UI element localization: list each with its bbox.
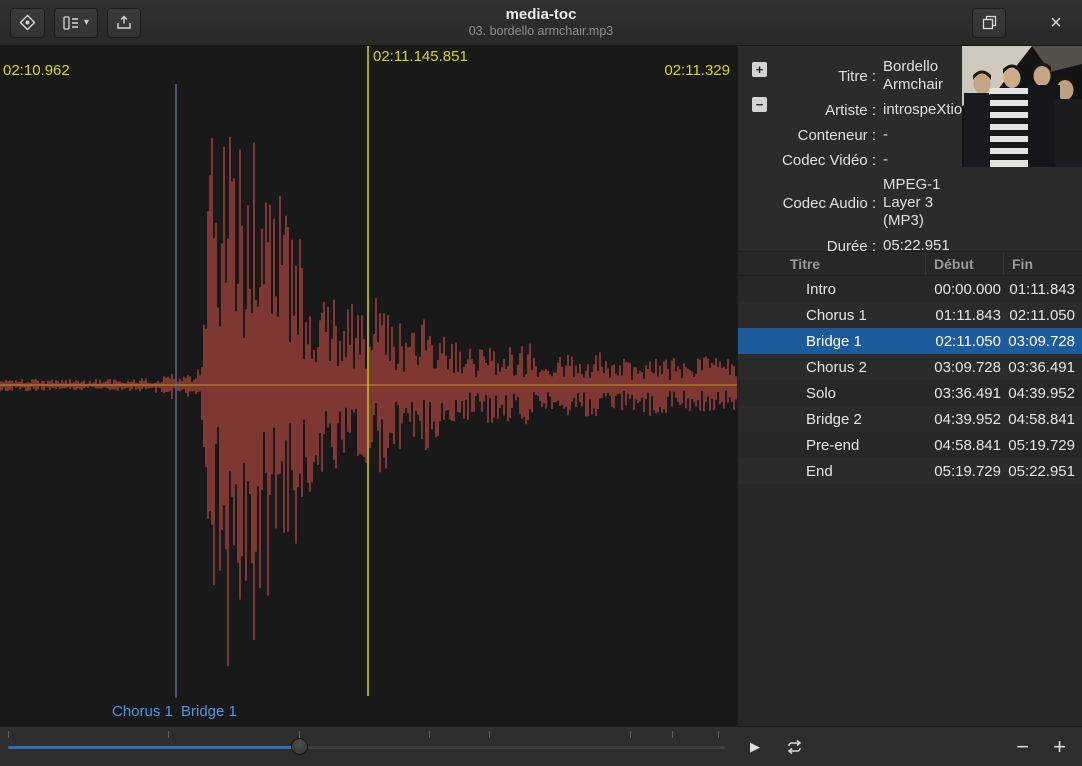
info-label-container: Conteneur : [797, 126, 876, 144]
export-icon [117, 15, 131, 29]
chapter-end-cell: 03:36.491 [1008, 358, 1075, 376]
chapter-label-bridge1: Bridge 1 [181, 703, 237, 720]
info-label-audio-codec: Codec Audio : [782, 194, 876, 212]
info-label-video-codec: Codec Vidéo : [782, 151, 876, 169]
play-button[interactable]: ▶ [750, 739, 760, 755]
chapter-title-cell: Bridge 2 [806, 410, 862, 428]
album-art [962, 46, 1082, 167]
chapter-row[interactable]: Pre-end 04:58.841 05:19.729 [738, 432, 1082, 458]
chapter-row[interactable]: Solo 03:36.491 04:39.952 [738, 380, 1082, 406]
main-area: 02:10.962 02:11.145.851 02:11.329 Chorus… [0, 46, 1082, 726]
chapter-title-cell: Chorus 2 [806, 358, 867, 376]
chapter-row[interactable]: Intro 00:00.000 01:11.843 [738, 276, 1082, 302]
chapter-end-cell: 01:11.843 [1009, 280, 1075, 298]
info-label-duration: Durée : [826, 237, 876, 255]
close-button[interactable]: × [1042, 13, 1070, 33]
window-start-time: 02:10.962 [3, 62, 70, 79]
header-right-buttons: × [972, 7, 1082, 38]
chapter-title-cell: End [806, 462, 833, 480]
chapter-mark [8, 731, 9, 738]
zoom-out-button[interactable]: − [1016, 735, 1029, 758]
chapter-row[interactable]: End 05:19.729 05:22.951 [738, 458, 1082, 484]
chapter-end-cell: 04:39.952 [1008, 384, 1075, 402]
chapter-start-cell: 01:11.843 [935, 306, 1001, 324]
media-info-section: + − Titre : Bordello Armchair Artiste : … [738, 46, 1082, 255]
bottom-bar: ▶ − + [0, 726, 1082, 766]
cursor-time: 02:11.145.851 [373, 48, 468, 65]
pages-button[interactable] [972, 7, 1006, 38]
info-value-duration: 05:22.951 [883, 237, 950, 254]
play-icon: ▶ [750, 738, 760, 754]
chapter-mark [629, 731, 631, 738]
chapter-end-cell: 04:58.841 [1008, 410, 1075, 428]
chapter-label-chorus1: Chorus 1 [112, 703, 173, 720]
export-button[interactable] [107, 7, 142, 38]
seek-slider[interactable] [0, 727, 737, 766]
media-icon [19, 14, 36, 31]
chapter-start-cell: 03:09.728 [934, 358, 1001, 376]
column-header-debut[interactable]: Début [925, 252, 1003, 275]
chapter-row[interactable]: Chorus 1 01:11.843 02:11.050 [738, 302, 1082, 328]
info-label-artist: Artiste : [825, 101, 876, 119]
seek-fill [8, 746, 300, 749]
header-bar: ▾ media-toc 03. bordello armchair.mp3 × [0, 0, 1082, 46]
repeat-icon [787, 739, 802, 754]
chapter-mark [488, 731, 490, 738]
chapter-row[interactable]: Chorus 2 03:09.728 03:36.491 [738, 354, 1082, 380]
info-value-audio-codec: MPEG-1 Layer 3 (MP3) [883, 176, 941, 229]
chapter-mark [167, 731, 169, 738]
chevron-down-icon: ▾ [84, 16, 90, 28]
info-label-title: Titre : [838, 67, 876, 85]
chapter-end-cell: 05:19.729 [1008, 436, 1075, 454]
window-subtitle: 03. bordello armchair.mp3 [468, 24, 614, 38]
repeat-button[interactable] [785, 739, 804, 754]
waveform[interactable] [0, 46, 737, 726]
copy-icon [982, 15, 996, 30]
column-header-fin[interactable]: Fin [1003, 252, 1082, 275]
chapter-row[interactable]: Bridge 2 04:39.952 04:58.841 [738, 406, 1082, 432]
playback-controls: ▶ − + [737, 727, 1082, 766]
close-icon: × [1050, 11, 1062, 34]
chapter-start-cell: 04:39.952 [934, 410, 1001, 428]
chapter-end-cell: 03:09.728 [1008, 332, 1075, 350]
header-left-buttons: ▾ [0, 7, 142, 38]
chapter-end-cell: 05:22.951 [1008, 462, 1075, 480]
chapter-title-cell: Pre-end [806, 436, 860, 454]
chapters-icon [63, 15, 78, 30]
chapter-mark [299, 731, 300, 738]
chapter-start-cell: 00:00.000 [934, 280, 1001, 298]
chapter-mark [717, 731, 719, 738]
zoom-in-button[interactable]: + [1053, 735, 1066, 758]
window-title-block: media-toc 03. bordello armchair.mp3 [0, 6, 1082, 39]
add-chapter-button[interactable]: + [752, 62, 767, 77]
seek-handle[interactable] [290, 738, 308, 755]
window-title: media-toc [505, 6, 577, 23]
info-panel: + − Titre : Bordello Armchair Artiste : … [737, 46, 1082, 726]
chapter-title-cell: Intro [806, 280, 837, 298]
open-media-button[interactable] [10, 7, 45, 38]
waveform-area[interactable]: 02:10.962 02:11.145.851 02:11.329 Chorus… [0, 46, 737, 726]
chapter-end-cell: 02:11.050 [1009, 306, 1075, 324]
chapter-mark [429, 731, 431, 738]
remove-chapter-button[interactable]: − [752, 97, 767, 112]
column-header-titre[interactable]: Titre [738, 252, 925, 275]
window-end-time: 02:11.329 [664, 62, 730, 79]
chapter-start-cell: 04:58.841 [934, 436, 1001, 454]
chapter-table-body: Intro 00:00.000 01:11.843 Chorus 1 01:11… [738, 276, 1082, 726]
chapter-title-cell: Solo [806, 384, 837, 402]
chapter-row[interactable]: Bridge 1 02:11.050 03:09.728 [738, 328, 1082, 354]
chapter-title-cell: Chorus 1 [806, 306, 867, 324]
chapter-start-cell: 05:19.729 [934, 462, 1001, 480]
display-mode-dropdown[interactable]: ▾ [54, 7, 99, 38]
chapter-mark [671, 731, 673, 738]
chapter-start-cell: 02:11.050 [935, 332, 1001, 350]
chapter-start-cell: 03:36.491 [934, 384, 1001, 402]
chapter-title-cell: Bridge 1 [806, 332, 862, 350]
